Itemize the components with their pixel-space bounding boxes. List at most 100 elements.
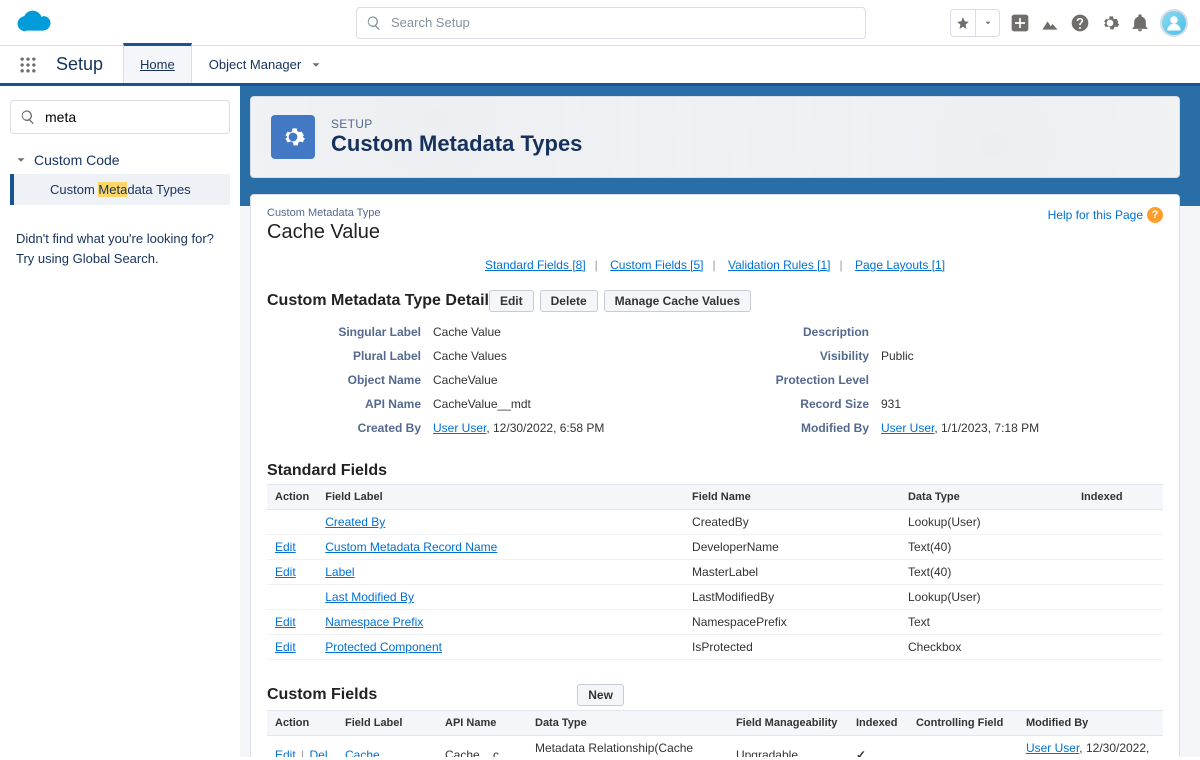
table-row: Last Modified ByLastModifiedByLookup(Use…: [267, 585, 1163, 610]
cell-action: Edit | Del: [267, 736, 337, 758]
created-by-user-link[interactable]: User User: [433, 421, 486, 435]
help-icon: ?: [1147, 207, 1163, 223]
anchor-standard-fields[interactable]: Standard Fields [8]: [485, 258, 586, 272]
favorites-combo[interactable]: [950, 9, 1000, 37]
cell-action: Edit: [267, 610, 317, 635]
detail-value: CacheValue__mdt: [427, 394, 715, 414]
cell-field-label: Cache: [337, 736, 437, 758]
col-indexed: Indexed: [1073, 485, 1163, 510]
cell-data-type: Text(40): [900, 535, 1073, 560]
edit-link[interactable]: Edit: [275, 748, 296, 757]
tab-home[interactable]: Home: [123, 43, 192, 83]
cell-field-label: Last Modified By: [317, 585, 684, 610]
standard-fields-title: Standard Fields: [267, 462, 1163, 480]
chevron-down-icon: [14, 153, 28, 167]
cell-action: Edit: [267, 535, 317, 560]
detail-label: Description: [715, 322, 875, 342]
detail-label: Plural Label: [267, 346, 427, 366]
tree-item-text: data Types: [127, 182, 190, 197]
detail-card: Custom Metadata Type Cache Value Help fo…: [250, 194, 1180, 757]
edit-link[interactable]: Edit: [275, 540, 296, 554]
detail-value: [875, 370, 1163, 390]
modified-by-link[interactable]: User User: [1026, 741, 1079, 755]
tree-item-text: Custom: [50, 182, 98, 197]
col-data-type: Data Type: [900, 485, 1073, 510]
cell-action: Edit: [267, 560, 317, 585]
cell-data-type: Text(40): [900, 560, 1073, 585]
sidebar-hint: Didn't find what you're looking for? Try…: [10, 205, 230, 268]
col-action: Action: [267, 711, 337, 736]
edit-link[interactable]: Edit: [275, 640, 296, 654]
bell-icon[interactable]: [1130, 13, 1150, 33]
app-launcher[interactable]: [14, 46, 42, 83]
delete-link[interactable]: Del: [309, 748, 327, 757]
col-indexed: Indexed: [848, 711, 908, 736]
detail-label: Record Size: [715, 394, 875, 414]
gear-icon[interactable]: [1100, 13, 1120, 33]
edit-link[interactable]: Edit: [275, 565, 296, 579]
delete-button[interactable]: Delete: [540, 290, 598, 312]
field-label-link[interactable]: Namespace Prefix: [325, 615, 423, 629]
custom-fields-section: Custom Fields New Action Field Label API…: [267, 684, 1163, 757]
field-label-link[interactable]: Cache: [345, 748, 380, 757]
edit-link[interactable]: Edit: [275, 615, 296, 629]
field-label-link[interactable]: Custom Metadata Record Name: [325, 540, 497, 554]
timestamp: , 12/30/2022, 6:58 PM: [486, 421, 604, 435]
plus-icon[interactable]: [1010, 13, 1030, 33]
field-label-link[interactable]: Last Modified By: [325, 590, 414, 604]
col-controlling: Controlling Field: [908, 711, 1018, 736]
tab-object-manager[interactable]: Object Manager: [192, 46, 341, 83]
cell-indexed: [1073, 610, 1163, 635]
modified-by-user-link[interactable]: User User: [881, 421, 934, 435]
waffle-icon: [18, 55, 38, 75]
col-field-label: Field Label: [317, 485, 684, 510]
detail-label: Object Name: [267, 370, 427, 390]
detail-value: 931: [875, 394, 1163, 414]
custom-fields-title: Custom Fields: [267, 686, 377, 704]
field-label-link[interactable]: Label: [325, 565, 354, 579]
setup-sidebar: Custom Code Custom Metadata Types Didn't…: [0, 86, 240, 757]
cell-field-name: DeveloperName: [684, 535, 900, 560]
avatar[interactable]: [1160, 9, 1188, 37]
anchor-page-layouts[interactable]: Page Layouts [1]: [855, 258, 945, 272]
help-link[interactable]: Help for this Page ?: [1048, 207, 1163, 223]
help-icon[interactable]: [1070, 13, 1090, 33]
cell-data-type: Checkbox: [900, 635, 1073, 660]
page-eyebrow: SETUP: [331, 117, 582, 131]
manage-records-button[interactable]: Manage Cache Values: [604, 290, 751, 312]
col-manageability: Field Manageability: [728, 711, 848, 736]
detail-label: Modified By: [715, 418, 875, 438]
detail-value: CacheValue: [427, 370, 715, 390]
field-label-link[interactable]: Protected Component: [325, 640, 442, 654]
detail-value: Public: [875, 346, 1163, 366]
global-search-input[interactable]: [356, 7, 866, 39]
col-data-type: Data Type: [527, 711, 728, 736]
cell-field-label: Created By: [317, 510, 684, 535]
page-icon: [271, 115, 315, 159]
header-actions: [950, 9, 1188, 37]
object-type-label: Custom Metadata Type: [267, 207, 381, 219]
detail-label: Singular Label: [267, 322, 427, 342]
astro-icon: [1165, 14, 1183, 32]
field-label-link[interactable]: Created By: [325, 515, 385, 529]
cell-field-name: NamespacePrefix: [684, 610, 900, 635]
detail-label: API Name: [267, 394, 427, 414]
cell-field-name: IsProtected: [684, 635, 900, 660]
context-bar: Setup Home Object Manager: [0, 46, 1200, 86]
tree-section-custom-code[interactable]: Custom Code: [10, 146, 230, 174]
trailhead-icon[interactable]: [1040, 13, 1060, 33]
detail-label: Visibility: [715, 346, 875, 366]
cell-api-name: Cache__c: [437, 736, 527, 758]
detail-label: Protection Level: [715, 370, 875, 390]
cell-action: [267, 510, 317, 535]
cell-field-name: MasterLabel: [684, 560, 900, 585]
edit-button[interactable]: Edit: [489, 290, 534, 312]
cell-field-name: LastModifiedBy: [684, 585, 900, 610]
anchor-validation-rules[interactable]: Validation Rules [1]: [728, 258, 831, 272]
quick-find-input[interactable]: [10, 100, 230, 134]
tree-item-custom-metadata-types[interactable]: Custom Metadata Types: [10, 174, 230, 205]
new-field-button[interactable]: New: [577, 684, 624, 706]
star-icon: [956, 16, 970, 30]
anchor-custom-fields[interactable]: Custom Fields [5]: [610, 258, 703, 272]
tree-section-label: Custom Code: [34, 152, 120, 168]
